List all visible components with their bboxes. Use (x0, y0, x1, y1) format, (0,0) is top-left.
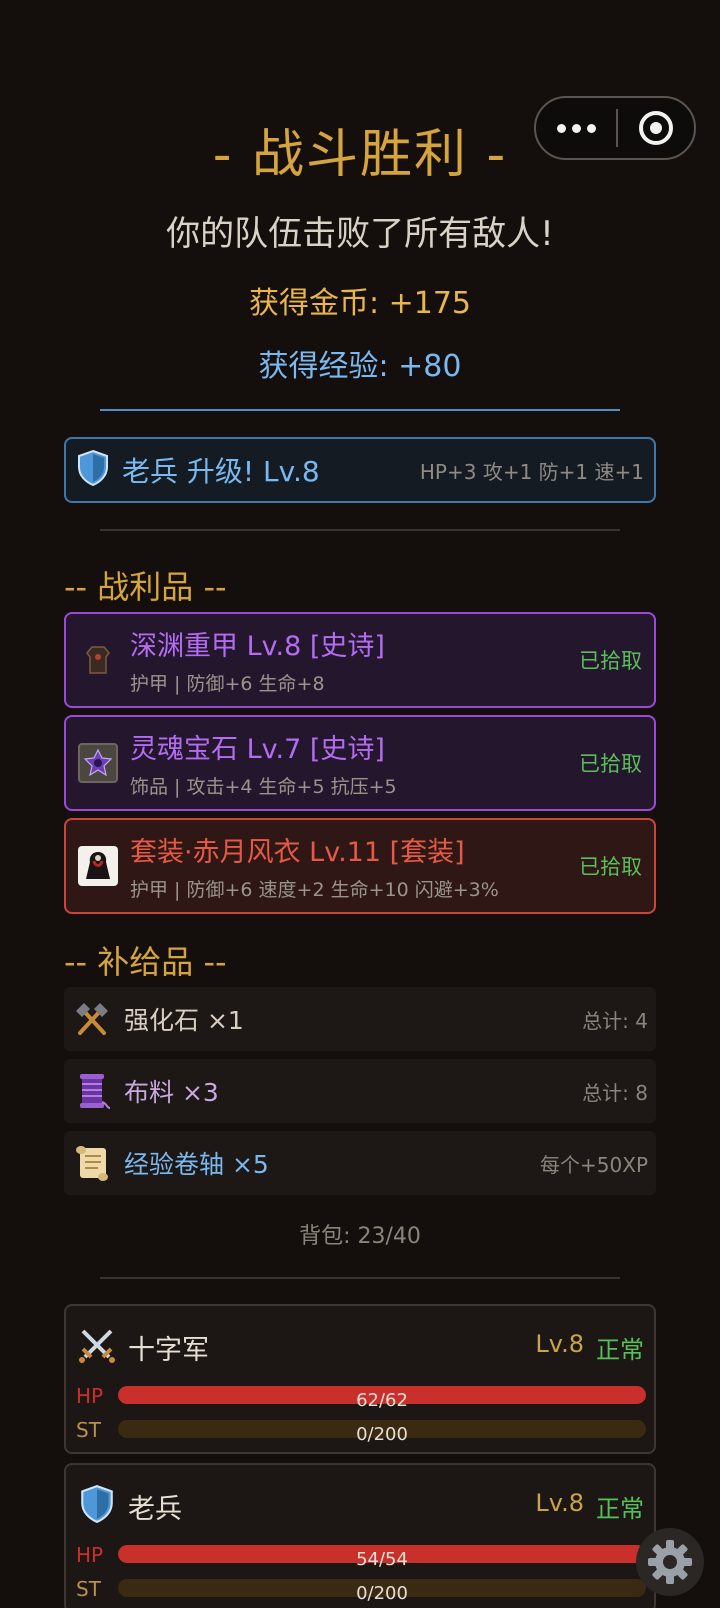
loot-name: 套装·赤月风衣 Lv.11 [套装] (130, 837, 465, 868)
divider (100, 1277, 620, 1279)
gold-reward: 获得金币: +175 (248, 286, 472, 321)
supply-name: 布料 ×3 (124, 1078, 219, 1107)
st-label: ST (76, 1577, 101, 1601)
shield-icon (76, 1483, 118, 1525)
level-up-stats: HP+3 攻+1 防+1 速+1 (419, 459, 644, 484)
hp-label: HP (76, 1543, 104, 1567)
armor-icon (78, 640, 118, 680)
divider (100, 529, 620, 531)
victory-title: - 战斗胜利 - (212, 125, 508, 185)
hero-card[interactable]: 十字军 Lv.8 正常 HP 62/62 ST 0/200 (64, 1304, 656, 1454)
loot-status: 已拾取 (579, 855, 642, 879)
hero-level: Lv.8 (535, 1330, 584, 1358)
cloak-icon (78, 846, 118, 886)
st-label: ST (76, 1418, 101, 1442)
gem-icon (78, 743, 118, 783)
st-text: 0/200 (356, 1424, 408, 1445)
supply-item: 强化石 ×1 总计: 4 (64, 987, 656, 1051)
loot-status: 已拾取 (579, 649, 642, 673)
hero-status: 正常 (596, 1495, 644, 1523)
level-up-banner: 老兵 升级! Lv.8 HP+3 攻+1 防+1 速+1 (64, 437, 656, 503)
crossed-swords-icon (76, 1324, 118, 1366)
loot-item[interactable]: 灵魂宝石 Lv.7 [史诗] 饰品 | 攻击+4 生命+5 抗压+5 已拾取 (64, 715, 656, 811)
scroll-icon (72, 1143, 112, 1183)
loot-desc: 护甲 | 防御+6 生命+8 (130, 673, 325, 695)
supply-note: 每个+50XP (540, 1152, 648, 1177)
hero-name: 十字军 (128, 1335, 209, 1366)
hp-text: 62/62 (356, 1390, 408, 1411)
supply-name: 经验卷轴 ×5 (124, 1150, 269, 1179)
loot-item[interactable]: 套装·赤月风衣 Lv.11 [套装] 护甲 | 防御+6 速度+2 生命+10 … (64, 818, 656, 914)
victory-subtitle: 你的队伍击败了所有敌人! (166, 214, 554, 254)
loot-section-title: -- 战利品 -- (64, 568, 227, 606)
loot-name: 灵魂宝石 Lv.7 [史诗] (130, 734, 385, 765)
hero-level: Lv.8 (535, 1489, 584, 1517)
hp-label: HP (76, 1384, 104, 1408)
loot-desc: 护甲 | 防御+6 速度+2 生命+10 闪避+3% (130, 879, 499, 901)
loot-item[interactable]: 深渊重甲 Lv.8 [史诗] 护甲 | 防御+6 生命+8 已拾取 (64, 612, 656, 708)
supply-item: 布料 ×3 总计: 8 (64, 1059, 656, 1123)
supply-item: 经验卷轴 ×5 每个+50XP (64, 1131, 656, 1195)
loot-desc: 饰品 | 攻击+4 生命+5 抗压+5 (130, 776, 397, 798)
exp-reward: 获得经验: +80 (258, 349, 462, 384)
hammer-pick-icon (72, 999, 112, 1039)
hp-text: 54/54 (356, 1549, 408, 1570)
supply-name: 强化石 ×1 (124, 1006, 244, 1035)
level-up-text: 老兵 升级! Lv.8 (122, 455, 320, 488)
hero-card[interactable]: 老兵 Lv.8 正常 HP 54/54 ST 0/200 (64, 1463, 656, 1608)
settings-button[interactable] (636, 1528, 704, 1596)
cloth-spool-icon (72, 1071, 112, 1111)
st-text: 0/200 (356, 1583, 408, 1604)
bag-capacity: 背包: 23/40 (299, 1224, 421, 1249)
supply-note: 总计: 8 (582, 1080, 648, 1105)
hero-status: 正常 (596, 1336, 644, 1364)
shield-icon (76, 449, 110, 491)
hero-name: 老兵 (128, 1494, 182, 1525)
supply-section-title: -- 补给品 -- (64, 943, 227, 981)
loot-status: 已拾取 (579, 752, 642, 776)
gear-icon (648, 1540, 692, 1584)
divider (100, 409, 620, 411)
loot-name: 深渊重甲 Lv.8 [史诗] (130, 631, 385, 662)
supply-note: 总计: 4 (582, 1008, 648, 1033)
